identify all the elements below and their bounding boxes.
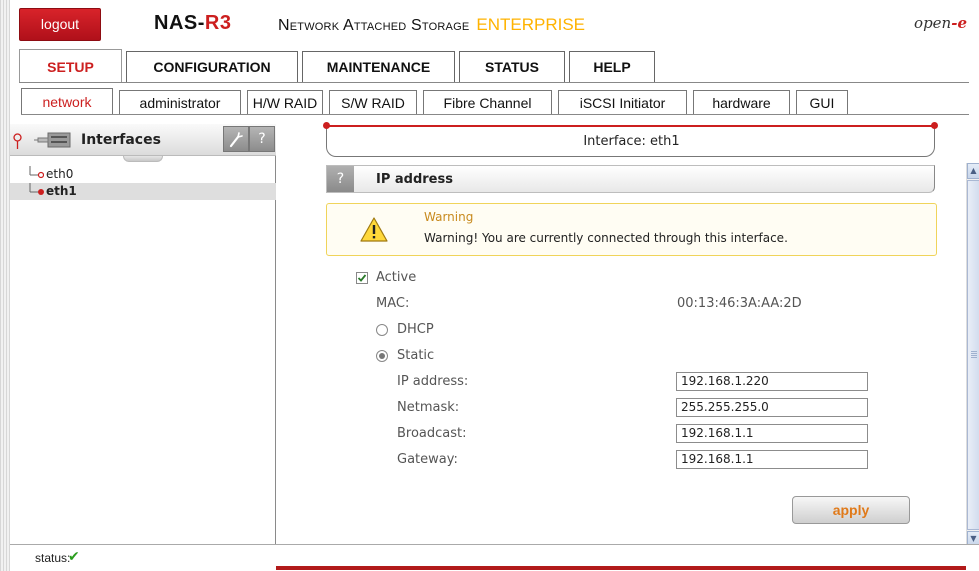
brand-suffix: R3 [204, 12, 232, 34]
brand-prefix: NAS- [154, 12, 205, 34]
interface-settings-panel: Interface: eth1 ? IP address Warning War… [276, 115, 979, 547]
app-window: logout NAS-R3 Network Attached Storage EN… [0, 0, 979, 571]
edition-label: ENTERPRISE [476, 15, 586, 34]
vendor-suffix: e [957, 14, 967, 32]
sub-tabs: network administrator H/W RAID S/W RAID … [21, 88, 854, 115]
subtab-sw-raid[interactable]: S/W RAID [329, 90, 417, 115]
section-help-icon[interactable]: ? [327, 166, 354, 192]
vendor-prefix: open [914, 14, 952, 32]
warning-box: Warning Warning! You are currently conne… [326, 203, 937, 256]
vendor-logo: open-e [914, 14, 967, 32]
status-accent-bar [276, 566, 966, 570]
vertical-scrollbar[interactable]: ▲ ▼ [966, 163, 979, 547]
subtitle-text: Network Attached Storage [278, 17, 470, 34]
mac-label: MAC: [376, 296, 410, 311]
interface-node-icon [29, 183, 44, 195]
gateway-input[interactable]: 192.168.1.1 [676, 450, 868, 469]
scrollbar-thumb[interactable] [967, 180, 979, 530]
corner-dot [323, 122, 330, 129]
warning-triangle-icon [360, 217, 388, 242]
panel-collapse-handle[interactable] [123, 156, 163, 162]
panel-title: Interfaces [81, 132, 161, 148]
subtab-network[interactable]: network [21, 88, 113, 115]
subtab-fibre-channel[interactable]: Fibre Channel [423, 90, 552, 115]
product-subtitle: Network Attached Storage ENTERPRISE [278, 15, 585, 35]
interfaces-panel: Interfaces ? eth0 eth1 [10, 124, 276, 544]
warning-text: Warning! You are currently connected thr… [424, 231, 788, 245]
network-device-icon [34, 132, 71, 148]
ip-address-input[interactable]: 192.168.1.220 [676, 372, 868, 391]
product-logo: NAS-R3 [154, 12, 231, 35]
pin-icon [13, 133, 22, 149]
subtab-hardware[interactable]: hardware [693, 90, 790, 115]
section-title: IP address [376, 172, 453, 187]
interfaces-panel-header: Interfaces ? [10, 124, 276, 156]
netmask-label: Netmask: [397, 400, 460, 415]
subtab-gui[interactable]: GUI [796, 90, 848, 115]
active-checkbox[interactable] [356, 272, 368, 284]
warning-title: Warning [424, 210, 474, 224]
dhcp-label: DHCP [397, 322, 434, 337]
ip-address-label: IP address: [397, 374, 469, 389]
scroll-up-icon[interactable]: ▲ [967, 163, 979, 179]
ip-address-section-header: ? IP address [326, 165, 935, 193]
tab-help[interactable]: HELP [569, 51, 655, 82]
tree-item-eth1[interactable]: eth1 [10, 183, 276, 200]
tab-maintenance[interactable]: MAINTENANCE [302, 51, 455, 82]
interface-title: Interface: eth1 [583, 134, 680, 149]
interfaces-tree: eth0 eth1 [10, 166, 276, 200]
status-label: status: [35, 551, 71, 565]
interface-title-box: Interface: eth1 [323, 122, 938, 157]
left-edge-bar [0, 0, 10, 571]
wrench-icon[interactable] [223, 126, 249, 152]
interface-node-icon [29, 166, 44, 179]
help-icon[interactable]: ? [249, 126, 275, 152]
tab-status[interactable]: STATUS [459, 51, 565, 82]
logout-button[interactable]: logout [19, 8, 101, 41]
netmask-input[interactable]: 255.255.255.0 [676, 398, 868, 417]
broadcast-input[interactable]: 192.168.1.1 [676, 424, 868, 443]
checkmark-icon: ✔ [68, 549, 80, 565]
tab-setup[interactable]: SETUP [19, 49, 122, 82]
broadcast-label: Broadcast: [397, 426, 467, 441]
tree-item-label: eth0 [46, 167, 74, 181]
tree-item-eth0[interactable]: eth0 [10, 166, 276, 183]
corner-dot [931, 122, 938, 129]
static-label: Static [397, 348, 435, 363]
tree-item-label: eth1 [46, 184, 77, 198]
tab-configuration[interactable]: CONFIGURATION [126, 51, 298, 82]
static-radio[interactable] [376, 350, 388, 362]
main-tabs-divider [19, 82, 969, 83]
main-tabs: SETUP CONFIGURATION MAINTENANCE STATUS H… [19, 49, 659, 82]
mac-value: 00:13:46:3A:AA:2D [677, 296, 802, 311]
dhcp-radio[interactable] [376, 324, 388, 336]
subtab-administrator[interactable]: administrator [119, 90, 241, 115]
subtab-hw-raid[interactable]: H/W RAID [247, 90, 323, 115]
subtab-iscsi-initiator[interactable]: iSCSI Initiator [558, 90, 687, 115]
apply-button[interactable]: apply [792, 496, 910, 524]
gateway-label: Gateway: [397, 452, 458, 467]
active-label: Active [376, 270, 417, 285]
